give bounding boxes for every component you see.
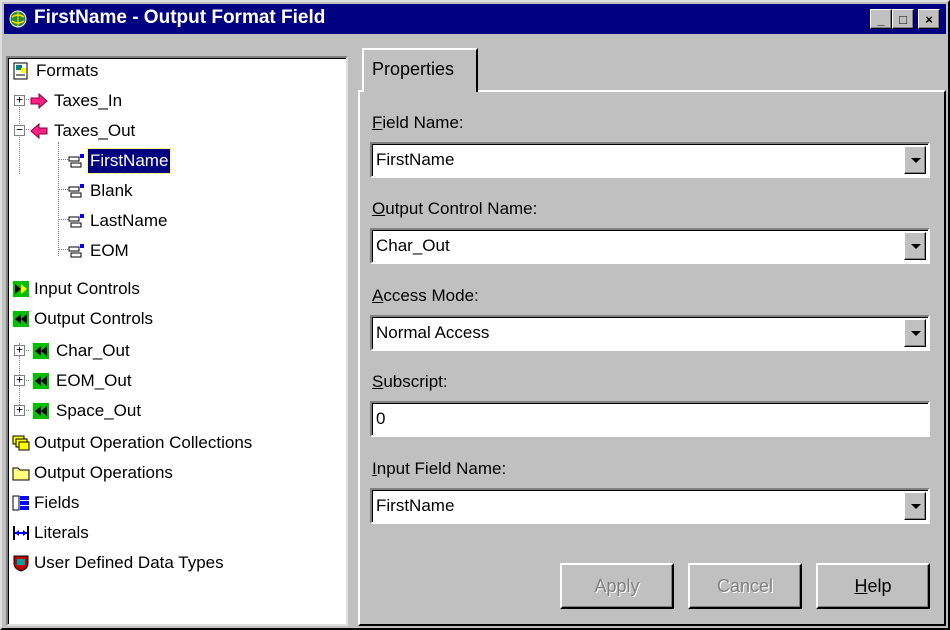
field-name-value: FirstName [376, 150, 455, 169]
field-icon [68, 244, 84, 258]
help-button-text: elp [867, 576, 892, 596]
expand-plus-icon[interactable]: + [14, 94, 25, 106]
field-name-combobox[interactable]: FirstName [370, 142, 930, 178]
output-format-field-window: FirstName - Output Format Field _ □ × Fo… [0, 0, 950, 630]
input-field-name-dropdown-button[interactable] [904, 492, 926, 520]
field-icon [68, 154, 84, 168]
subscript-value: 0 [376, 409, 386, 428]
output-control-name-dropdown-button[interactable] [904, 232, 926, 260]
tree-item-label: EOM [90, 241, 129, 260]
output-control-icon [33, 373, 49, 389]
input-controls-icon [13, 281, 29, 297]
output-arrow-icon [30, 122, 48, 140]
tree-item-label: Blank [90, 181, 133, 200]
tree-connector [19, 98, 20, 174]
field-name-label: Field Name: [372, 113, 464, 133]
access-mode-value: Normal Access [376, 323, 490, 342]
access-mode-label-accelerator: A [372, 286, 384, 305]
input-field-name-label: Input Field Name: [372, 459, 506, 479]
object-tree[interactable]: Formats + Taxes_In − Taxes_Out FirstName… [6, 56, 348, 626]
literals-icon [13, 526, 29, 540]
tree-item-label: Char_Out [56, 341, 130, 360]
apply-button[interactable]: Apply [560, 563, 674, 609]
tree-item-label: Input Controls [34, 279, 140, 298]
help-button[interactable]: Help [816, 563, 930, 609]
cancel-button[interactable]: Cancel [688, 563, 802, 609]
access-mode-label-text: ccess Mode: [383, 286, 479, 305]
tree-item-label-selected: FirstName [86, 148, 172, 174]
tree-item-label: Literals [34, 523, 89, 542]
input-field-name-value: FirstName [376, 496, 455, 515]
access-mode-combobox[interactable]: Normal Access [370, 315, 930, 351]
minimize-button[interactable]: _ [870, 9, 892, 29]
subscript-label-accelerator: S [372, 372, 384, 391]
input-arrow-icon [30, 92, 48, 110]
folder-icon [12, 467, 30, 481]
collections-icon [12, 435, 30, 451]
output-control-name-combobox[interactable]: Char_Out [370, 228, 930, 264]
globe-app-icon [9, 10, 27, 28]
output-control-name-label-text: utput Control Name: [385, 199, 538, 218]
expand-plus-icon[interactable]: + [14, 374, 25, 386]
expand-plus-icon[interactable]: + [14, 404, 25, 416]
output-control-icon [33, 343, 49, 359]
tree-item-label: Output Controls [34, 309, 154, 328]
field-name-dropdown-button[interactable] [904, 146, 926, 174]
title-bar[interactable]: FirstName - Output Format Field _ □ × [4, 4, 946, 34]
input-field-name-combobox[interactable]: FirstName [370, 488, 930, 524]
tree-item-label: Space_Out [56, 401, 142, 420]
field-name-label-accelerator: F [372, 113, 383, 132]
subscript-input[interactable]: 0 [370, 401, 930, 437]
output-control-name-label: Output Control Name: [372, 199, 537, 219]
access-mode-dropdown-button[interactable] [904, 319, 926, 347]
close-button[interactable]: × [918, 9, 940, 29]
tree-item-label: Output Operation Collections [34, 433, 253, 452]
access-mode-label: Access Mode: [372, 286, 479, 306]
field-icon [68, 184, 84, 198]
tree-item-label: Taxes_In [54, 91, 123, 110]
tree-item-label: Output Operations [34, 463, 173, 482]
tab-properties[interactable]: Properties [362, 48, 478, 92]
subscript-label: Subscript: [372, 372, 448, 392]
tree-item-label: LastName [90, 211, 168, 230]
field-icon [68, 214, 84, 228]
tree-item-label: Fields [34, 493, 80, 512]
tree-item-label: Formats [36, 61, 99, 80]
window-title: FirstName - Output Format Field [34, 7, 326, 28]
tree-item-label: Taxes_Out [54, 121, 136, 140]
collapse-minus-icon[interactable]: − [14, 124, 25, 136]
output-control-name-value: Char_Out [376, 236, 450, 255]
udt-icon [13, 555, 29, 572]
fields-icon [12, 495, 29, 511]
help-button-accelerator: H [854, 576, 868, 596]
tree-item-label: EOM_Out [56, 371, 132, 390]
pane-splitter[interactable] [350, 56, 356, 626]
subscript-label-text: ubscript: [383, 372, 448, 391]
output-controls-icon [13, 311, 29, 327]
expand-plus-icon[interactable]: + [14, 344, 25, 356]
field-name-label-text: ield Name: [382, 113, 464, 132]
output-control-icon [33, 403, 49, 419]
maximize-button[interactable]: □ [892, 9, 914, 29]
input-field-name-label-text: nput Field Name: [376, 459, 507, 478]
output-control-name-label-accelerator: O [372, 199, 386, 218]
formats-icon [13, 62, 28, 80]
tree-item-label: User Defined Data Types [34, 553, 224, 572]
